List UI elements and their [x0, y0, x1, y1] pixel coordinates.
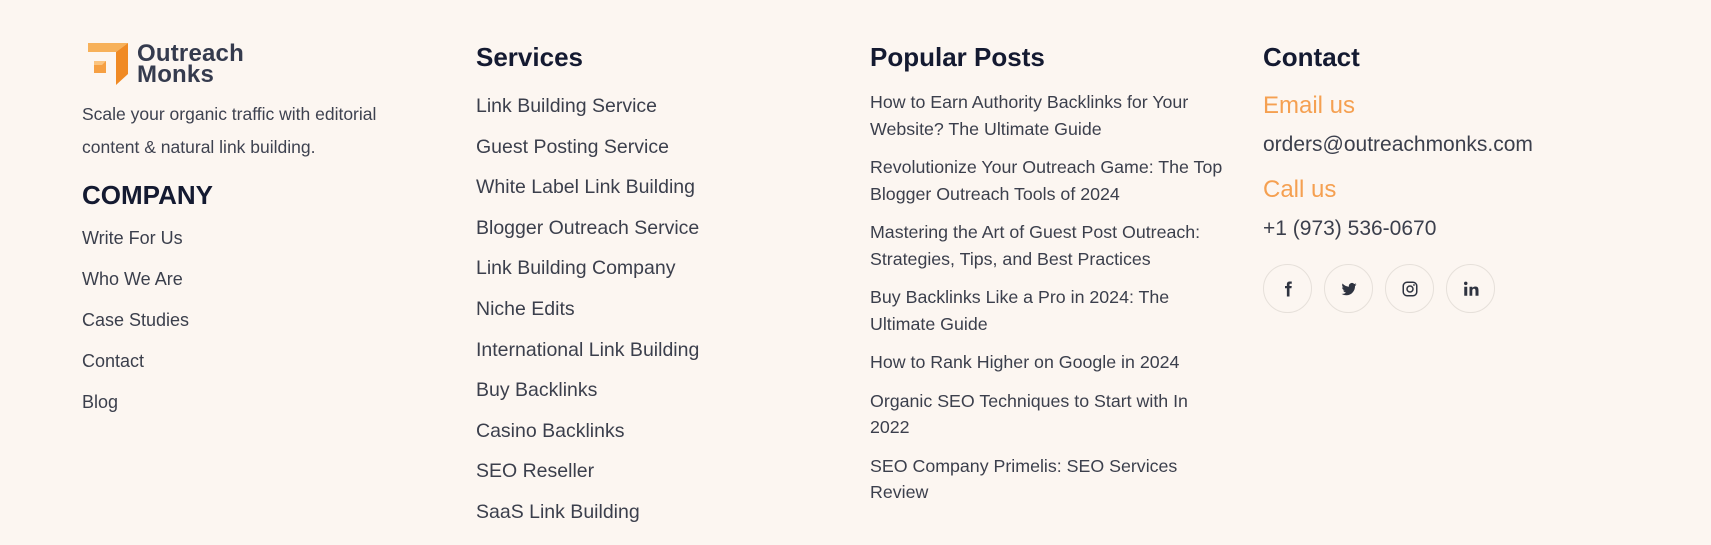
post-link[interactable]: How to Rank Higher on Google in 2024 [870, 352, 1179, 372]
footer-contact-column: Contact Email us orders@outreachmonks.co… [1263, 40, 1623, 313]
services-heading: Services [476, 42, 583, 72]
footer-brand-column: Outreach Monks Scale your organic traffi… [82, 40, 412, 423]
company-link-who-we-are[interactable]: Who We Are [82, 269, 183, 289]
facebook-button[interactable] [1263, 264, 1312, 313]
post-link[interactable]: SEO Company Primelis: SEO Services Revie… [870, 456, 1177, 503]
brand-logo[interactable]: Outreach Monks [82, 40, 412, 88]
service-link[interactable]: Guest Posting Service [476, 136, 669, 158]
facebook-icon [1284, 281, 1292, 296]
email-link[interactable]: orders@outreachmonks.com [1263, 133, 1533, 156]
brand-logo-icon [88, 43, 128, 85]
posts-heading: Popular Posts [870, 42, 1045, 72]
service-link[interactable]: SEO Reseller [476, 460, 594, 482]
post-link[interactable]: Revolutionize Your Outreach Game: The To… [870, 157, 1222, 204]
contact-heading: Contact [1263, 42, 1360, 72]
email-label: Email us [1263, 92, 1356, 119]
service-link[interactable]: SaaS Link Building [476, 501, 640, 523]
linkedin-icon [1463, 281, 1478, 296]
company-heading: COMPANY [82, 180, 213, 210]
post-link[interactable]: Organic SEO Techniques to Start with In … [870, 391, 1188, 438]
twitter-icon [1341, 282, 1356, 295]
footer-services-column: Services Link Building Service Guest Pos… [476, 40, 836, 533]
service-link[interactable]: Link Building Company [476, 257, 675, 279]
posts-links: How to Earn Authority Backlinks for Your… [870, 89, 1230, 506]
company-link-write-for-us[interactable]: Write For Us [82, 228, 183, 248]
instagram-icon [1402, 281, 1417, 296]
company-link-case-studies[interactable]: Case Studies [82, 310, 189, 330]
linkedin-button[interactable] [1446, 264, 1495, 313]
post-link[interactable]: Buy Backlinks Like a Pro in 2024: The Ul… [870, 287, 1169, 334]
company-link-contact[interactable]: Contact [82, 351, 144, 371]
company-link-blog[interactable]: Blog [82, 392, 118, 412]
phone-label: Call us [1263, 176, 1337, 203]
service-link[interactable]: International Link Building [476, 339, 699, 361]
company-links: Write For Us Who We Are Case Studies Con… [82, 218, 412, 423]
service-link[interactable]: Blogger Outreach Service [476, 217, 699, 239]
footer-posts-column: Popular Posts How to Earn Authority Back… [870, 40, 1230, 518]
service-link[interactable]: Link Building Service [476, 95, 657, 117]
post-link[interactable]: How to Earn Authority Backlinks for Your… [870, 92, 1188, 139]
twitter-button[interactable] [1324, 264, 1373, 313]
phone-link[interactable]: +1 (973) 536-0670 [1263, 217, 1436, 240]
social-links [1263, 264, 1623, 313]
brand-name-line2: Monks [137, 61, 215, 88]
brand-name: Outreach Monks [137, 42, 244, 88]
post-link[interactable]: Mastering the Art of Guest Post Outreach… [870, 222, 1200, 269]
brand-tagline: Scale your organic traffic with editoria… [82, 104, 377, 157]
services-links: Link Building Service Guest Posting Serv… [476, 86, 836, 533]
service-link[interactable]: Buy Backlinks [476, 379, 597, 401]
service-link[interactable]: Casino Backlinks [476, 420, 624, 442]
service-link[interactable]: Niche Edits [476, 298, 575, 320]
instagram-button[interactable] [1385, 264, 1434, 313]
service-link[interactable]: White Label Link Building [476, 176, 695, 198]
